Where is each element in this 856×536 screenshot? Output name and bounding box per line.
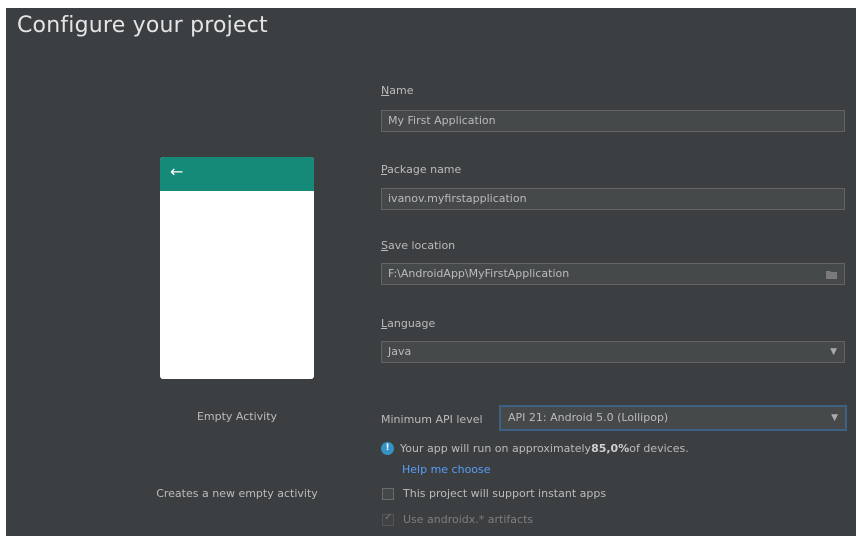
page-title: Configure your project xyxy=(17,13,268,38)
info-icon: ! xyxy=(381,442,394,455)
package-name-input[interactable]: ivanov.myfirstapplication xyxy=(381,188,845,210)
chevron-down-icon: ▼ xyxy=(831,413,838,423)
language-label-text: anguage xyxy=(387,317,436,330)
save-location-value: F:\AndroidApp\MyFirstApplication xyxy=(388,267,570,280)
min-api-label: Minimum API level xyxy=(381,413,483,426)
device-coverage-info: ! Your app will run on approximately 85,… xyxy=(381,442,689,455)
language-label: Language xyxy=(381,317,435,330)
instant-apps-label: This project will support instant apps xyxy=(403,487,607,500)
folder-icon[interactable] xyxy=(826,264,837,284)
new-project-dialog: Configure your project ← Empty Activity … xyxy=(6,8,856,536)
back-arrow-icon: ← xyxy=(170,162,184,181)
template-description: Creates a new empty activity xyxy=(156,487,318,500)
instant-apps-checkbox[interactable] xyxy=(382,487,394,500)
package-label: Package name xyxy=(381,163,461,176)
info-text-before: Your app will run on approximately xyxy=(400,442,592,455)
min-api-value: API 21: Android 5.0 (Lollipop) xyxy=(508,411,669,424)
min-api-select[interactable]: API 21: Android 5.0 (Lollipop) ▼ xyxy=(499,405,847,431)
activity-preview: ← xyxy=(160,157,314,379)
androidx-label: Use androidx.* artifacts xyxy=(403,513,534,526)
name-label-text: ame xyxy=(389,84,414,97)
info-percent: 85,0% xyxy=(591,442,630,455)
info-text-after: of devices. xyxy=(629,442,689,455)
save-location-label: Save location xyxy=(381,239,455,252)
androidx-option: ✓ Use androidx.* artifacts xyxy=(382,511,534,526)
androidx-checkbox: ✓ xyxy=(382,511,394,526)
name-label-mnemonic: N xyxy=(381,84,390,97)
chevron-down-icon: ▼ xyxy=(830,347,837,357)
package-label-text: ackage name xyxy=(387,163,462,176)
name-input[interactable]: My First Application xyxy=(381,110,845,132)
language-select[interactable]: Java ▼ xyxy=(381,341,845,363)
save-location-input[interactable]: F:\AndroidApp\MyFirstApplication xyxy=(381,263,845,285)
instant-apps-option[interactable]: This project will support instant apps xyxy=(382,487,606,500)
preview-app-bar: ← xyxy=(160,157,314,191)
check-icon: ✓ xyxy=(384,511,393,523)
save-location-label-text: ave location xyxy=(387,239,456,252)
help-me-choose-link[interactable]: Help me choose xyxy=(402,463,491,476)
save-location-label-mnemonic: S xyxy=(381,239,388,252)
template-name: Empty Activity xyxy=(196,410,278,423)
language-value: Java xyxy=(388,345,412,358)
name-label: Name xyxy=(381,84,413,97)
